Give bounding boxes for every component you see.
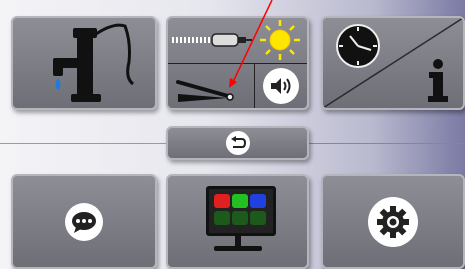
water-pump-icon [53, 23, 134, 102]
foot-pedal-cell[interactable] [168, 64, 254, 108]
water-pump-button[interactable] [11, 16, 157, 110]
gear-icon [377, 205, 409, 238]
multi-function-button[interactable] [166, 16, 309, 110]
clock-icon [336, 24, 380, 68]
back-circle [225, 131, 250, 155]
sun-cell[interactable] [254, 18, 307, 63]
display-button[interactable] [166, 174, 309, 269]
clock-info-button[interactable] [321, 16, 465, 110]
divider-line-right [309, 143, 465, 144]
chat-bubble-icon [72, 211, 96, 233]
sun-icon [260, 20, 300, 60]
chat-button[interactable] [11, 174, 157, 269]
dental-drill-cell[interactable] [168, 18, 254, 63]
back-button[interactable] [166, 126, 309, 160]
settings-button[interactable] [321, 174, 465, 269]
speaker-icon [271, 78, 291, 94]
back-arrow-icon [230, 136, 246, 148]
dental-drill-icon [172, 33, 252, 47]
divider-line-left [0, 143, 166, 144]
display-colors-icon [168, 176, 307, 267]
speaker-cell[interactable] [255, 64, 307, 108]
foot-pedal-icon [176, 80, 234, 102]
info-icon [428, 59, 448, 102]
